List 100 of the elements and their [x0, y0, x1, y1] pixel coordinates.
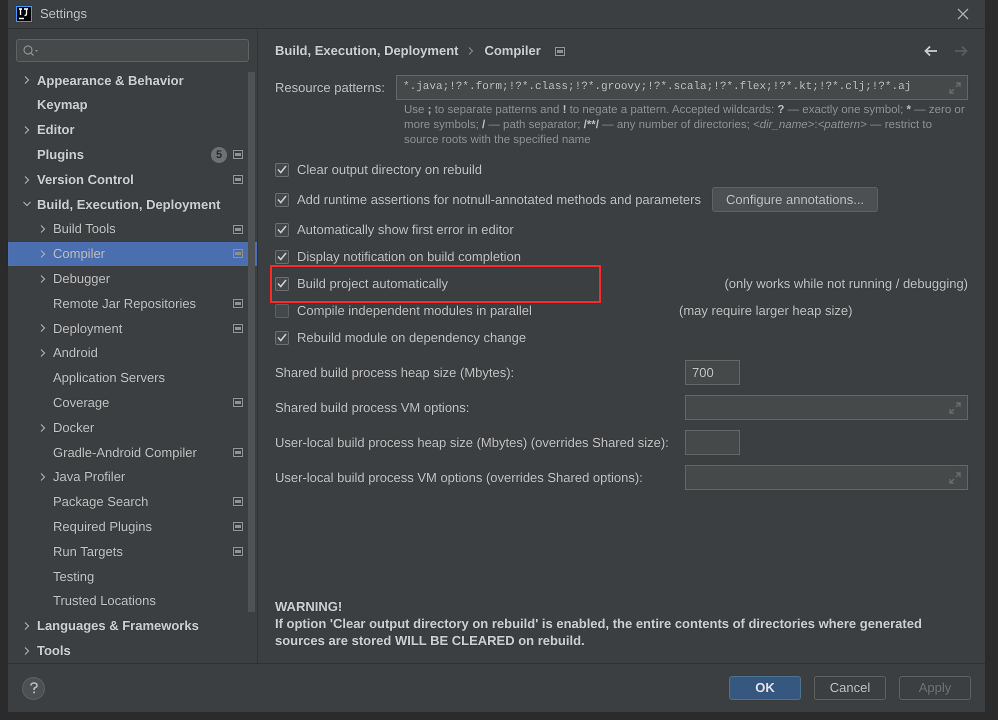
hint-text: Use ; to separate patterns and ! to negate a pattern. Accepted wildcards: ? — exactly one symbol; * — zero or more symbols; / — path separator; /**/ — any number of directories; <dir_name>:<pattern> — restrict to source roots with the specified name [404, 103, 966, 148]
tree-label: Languages & Frameworks [37, 617, 199, 636]
tree-item[interactable]: Appearance & Behavior [8, 68, 257, 93]
chevron-right-icon[interactable] [39, 424, 47, 432]
checkbox[interactable] [275, 162, 289, 176]
tree-item[interactable]: Required Plugins [8, 514, 257, 540]
scrollbar[interactable] [248, 72, 255, 612]
dialog-button[interactable]: Cancel [814, 676, 886, 700]
help-button[interactable] [22, 676, 45, 700]
tree-label: Package Search [53, 493, 148, 512]
checkbox-label[interactable]: Rebuild module on dependency change [297, 328, 526, 348]
tree-label: Build Tools [53, 220, 116, 238]
tree-item[interactable]: Deployment [8, 316, 257, 341]
breadcrumb-chevron-icon [468, 47, 474, 55]
warning-text: If option 'Clear output directory on rebuild' is enabled, the entire contents of directories where generated sources are stored WILL BE CLEARED on rebuild. [275, 615, 923, 649]
tree-label: Application Servers [53, 369, 165, 388]
tree-item[interactable]: Gradle-Android Compiler [8, 440, 257, 465]
tree-label: Keymap [37, 96, 88, 114]
chevron-right-icon[interactable] [23, 76, 31, 84]
chevron-right-icon[interactable] [39, 324, 47, 332]
chevron-right-icon[interactable] [39, 473, 47, 482]
breadcrumb-item[interactable]: Build, Execution, Deployment [275, 41, 458, 61]
tree-item[interactable]: Build, Execution, Deployment [8, 192, 257, 217]
checkbox[interactable] [275, 304, 289, 318]
vm-options-field[interactable] [685, 465, 968, 490]
tree-label: Gradle-Android Compiler [53, 444, 197, 462]
project-level-icon [233, 324, 243, 333]
tree-item[interactable]: Android [8, 340, 257, 366]
tree-item[interactable]: Plugins 5 [8, 142, 257, 168]
tree-item[interactable]: Languages & Frameworks [8, 614, 257, 638]
checkbox[interactable] [275, 222, 289, 236]
tree-item[interactable]: Trusted Locations [8, 588, 257, 614]
tree-item[interactable]: Run Targets [8, 539, 257, 564]
tree-label: Deployment [53, 320, 122, 338]
project-level-icon [233, 299, 243, 308]
tree-label: Version Control [37, 170, 134, 189]
breadcrumb-item[interactable]: Compiler [484, 41, 541, 61]
search-field[interactable] [16, 39, 249, 62]
back-arrow-icon[interactable] [924, 45, 938, 57]
warning-title: WARNING! [275, 598, 344, 615]
tree-item[interactable]: Testing [8, 564, 257, 589]
project-level-icon [233, 398, 243, 408]
chevron-right-icon[interactable] [39, 349, 47, 358]
project-level-icon [233, 224, 243, 234]
chevron-right-icon[interactable] [23, 126, 31, 134]
tree-label: Coverage [53, 394, 110, 412]
checkbox-label[interactable]: Clear output directory on rebuild [297, 160, 482, 180]
count-badge: 5 [211, 146, 227, 163]
tree-item[interactable]: Tools [8, 638, 257, 664]
project-level-icon [554, 46, 565, 56]
field-label: Shared build process VM options: [275, 398, 470, 417]
checkbox-label[interactable]: Display notification on build completion [297, 246, 522, 266]
checkbox[interactable] [275, 250, 289, 264]
chevron-right-icon[interactable] [23, 646, 31, 655]
project-level-icon [233, 547, 243, 556]
field-label: User-local build process VM options (overrides Shared options): [275, 468, 644, 487]
tree-label: Android [53, 344, 98, 362]
tree-item[interactable]: Keymap [8, 92, 257, 118]
field-label: User-local build process heap size (Mbytes) (overrides Shared size): [275, 434, 670, 452]
chevron-right-icon[interactable] [23, 622, 31, 630]
tree-item[interactable]: Coverage [8, 390, 257, 416]
chevron-down-icon[interactable] [23, 200, 31, 208]
checkbox[interactable] [275, 330, 289, 344]
tree-label: Tools [37, 642, 71, 660]
tree-label: Debugger [53, 270, 110, 288]
chevron-right-icon[interactable] [23, 176, 31, 184]
tree-item[interactable]: Version Control [8, 167, 257, 192]
project-level-icon [233, 522, 243, 532]
checkbox-label[interactable]: Automatically show first error in editor [297, 220, 514, 240]
project-level-icon [233, 150, 243, 160]
vm-options-field[interactable] [685, 395, 968, 420]
tree-item[interactable]: Build Tools [8, 216, 257, 242]
tree-item[interactable]: Java Profiler [8, 464, 257, 490]
tree-label: Plugins [37, 146, 84, 164]
number-field[interactable]: 700 [685, 360, 740, 385]
tree-item[interactable]: Debugger [8, 266, 257, 292]
tree-item[interactable]: Editor [8, 118, 257, 142]
close-icon[interactable] [957, 8, 969, 20]
project-level-icon [233, 175, 243, 184]
resource-patterns-field[interactable]: *.java;!?*.form;!?*.class;!?*.groovy;!?*.scala;!?*.flex;!?*.kt;!?*.clj;!?*.aj [396, 75, 968, 100]
checkbox[interactable] [275, 276, 289, 290]
field-label: Shared build process heap size (Mbytes): [275, 364, 516, 382]
tree-item[interactable]: Remote Jar Repositories [8, 291, 257, 316]
tree-item[interactable]: Docker [8, 415, 257, 440]
checkbox-label[interactable]: Build project automatically [297, 274, 448, 294]
tree-item[interactable]: Package Search [8, 490, 257, 514]
tree-item[interactable]: Application Servers [8, 366, 257, 390]
checkbox-label[interactable]: Compile independent modules in parallel [297, 300, 532, 320]
chevron-right-icon[interactable] [39, 274, 47, 283]
configure-annotations-button[interactable]: Configure annotations... [712, 187, 878, 212]
tree-label: Compiler [53, 245, 106, 264]
ok-button[interactable]: OK [729, 676, 801, 700]
tree-label: Run Targets [53, 542, 123, 561]
checkbox-label[interactable]: Add runtime assertions for notnull-annotated methods and parameters [297, 190, 701, 210]
number-field[interactable] [685, 430, 740, 455]
checkbox[interactable] [275, 192, 289, 206]
tree-label: Testing [53, 568, 94, 586]
chevron-right-icon[interactable] [39, 225, 47, 234]
tree-label: Trusted Locations [53, 592, 156, 610]
tree-label: Build, Execution, Deployment [37, 196, 220, 214]
